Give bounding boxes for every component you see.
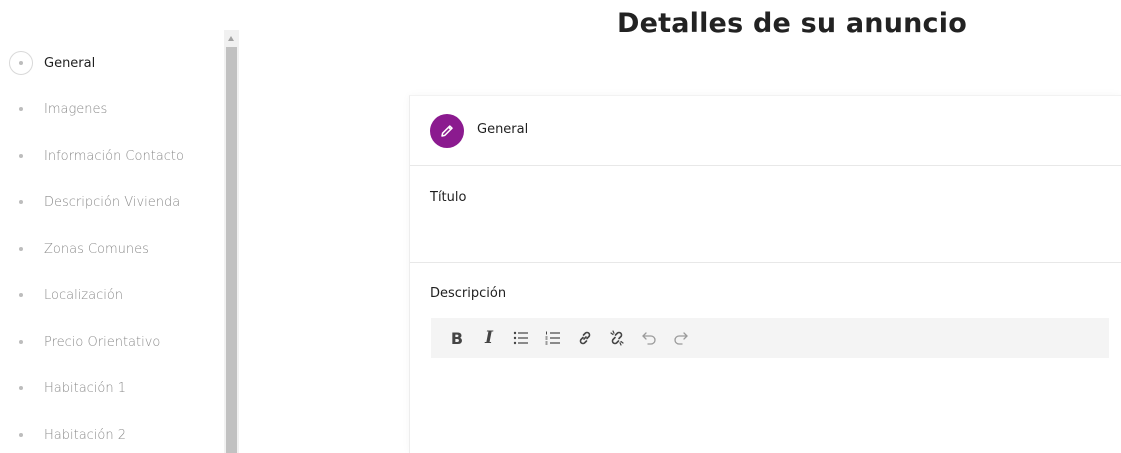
card-header: General	[410, 96, 1121, 166]
bullet-dot-icon	[19, 293, 23, 297]
sidebar-item-label: Precio Orientativo	[44, 334, 161, 350]
step-indicator	[9, 283, 33, 307]
sidebar-item-label: Información Contacto	[44, 148, 184, 164]
undo-icon[interactable]	[637, 326, 661, 350]
step-indicator	[9, 376, 33, 400]
bullet-dot-icon	[19, 433, 23, 437]
unlink-icon[interactable]	[605, 326, 629, 350]
sidebar-scrollbar[interactable]	[224, 30, 239, 453]
bullet-list-icon[interactable]	[509, 326, 533, 350]
card-header-title: General	[477, 122, 529, 137]
pencil-icon	[430, 114, 464, 148]
sidebar-nav: General Imagenes Información Contacto De…	[0, 30, 224, 453]
sidebar-item-label: Descripción Vivienda	[44, 194, 181, 210]
bullet-dot-icon	[19, 340, 23, 344]
scroll-up-arrow-icon[interactable]	[228, 36, 234, 41]
italic-button[interactable]: I	[477, 326, 501, 350]
bullet-dot-icon	[19, 61, 23, 65]
ad-details-card: General Título Descripción B I	[409, 95, 1121, 453]
bold-button[interactable]: B	[445, 326, 469, 350]
section-divider	[410, 262, 1121, 263]
step-indicator	[9, 237, 33, 261]
sidebar-item-label: Habitación 1	[44, 380, 127, 396]
step-indicator	[9, 423, 33, 447]
title-field-label: Título	[430, 190, 467, 205]
step-indicator	[9, 190, 33, 214]
bullet-dot-icon	[19, 386, 23, 390]
step-indicator-active	[9, 51, 33, 75]
sidebar-item-label: Imagenes	[44, 101, 108, 117]
description-field-label: Descripción	[430, 286, 507, 301]
page-title: Detalles de su anuncio	[617, 8, 967, 39]
link-icon[interactable]	[573, 326, 597, 350]
bullet-dot-icon	[19, 154, 23, 158]
scroll-thumb[interactable]	[226, 47, 237, 453]
numbered-list-icon[interactable]	[541, 326, 565, 350]
step-indicator	[9, 97, 33, 121]
bullet-dot-icon	[19, 107, 23, 111]
sidebar-item-label: Habitación 2	[44, 427, 127, 443]
step-indicator	[9, 144, 33, 168]
rich-text-toolbar: B I	[431, 318, 1109, 358]
bullet-dot-icon	[19, 247, 23, 251]
redo-icon[interactable]	[669, 326, 693, 350]
sidebar-item-label: Zonas Comunes	[44, 241, 149, 257]
sidebar-item-label: General	[44, 55, 96, 71]
bullet-dot-icon	[19, 200, 23, 204]
step-indicator	[9, 330, 33, 354]
sidebar-item-label: Localización	[44, 287, 124, 303]
